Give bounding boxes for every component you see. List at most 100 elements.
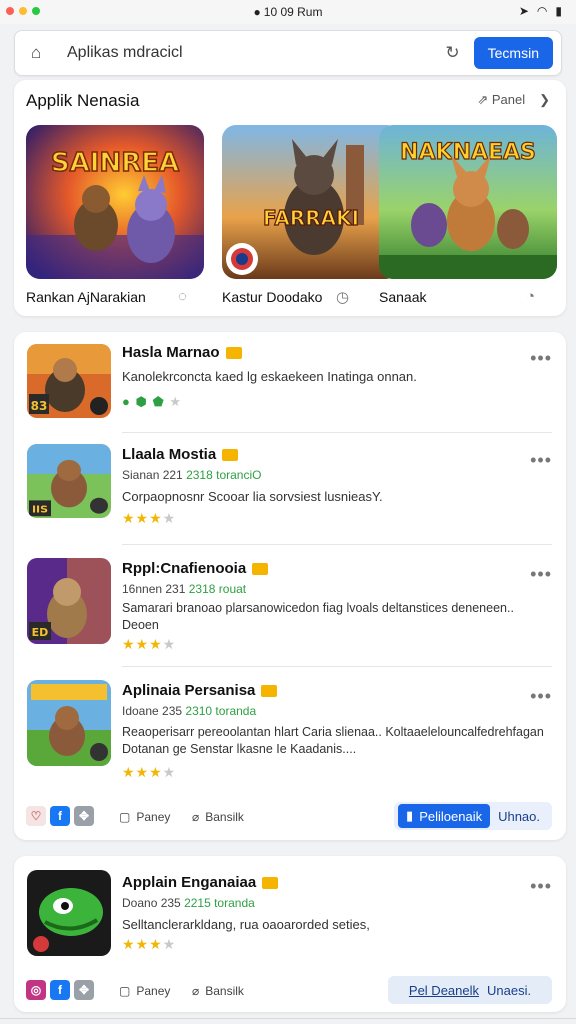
tile-2-caption: Kastur Doodako xyxy=(222,289,323,305)
bookmark-button[interactable]: ▢ Paney xyxy=(119,810,170,824)
play-circle-icon[interactable]: ◔ xyxy=(526,288,535,305)
app-thumbnail: IIS xyxy=(27,444,111,518)
star-empty-icon: ★ xyxy=(162,936,177,952)
app-meta-b: 2215 toranda xyxy=(184,896,255,910)
link-icon: ⌀ xyxy=(192,810,200,824)
star-empty-icon: ★ xyxy=(162,764,177,780)
thumb-art-4 xyxy=(27,680,111,766)
app-thumbnail: ED xyxy=(27,558,111,644)
tile-1-art-title: SAINREA xyxy=(51,148,179,178)
thumb-2-text: IIS xyxy=(32,504,48,515)
app-thumbnail xyxy=(27,870,111,956)
star-full-icon: ★★★ xyxy=(122,936,163,952)
search-bar[interactable]: ⌂ Aplikas mdracicl ↻ Tecmsin xyxy=(14,30,562,76)
link-label: Bansilk xyxy=(205,810,244,824)
app-title: Rppl:Cnafienooia xyxy=(122,560,269,577)
chat-icon[interactable]: ◌ xyxy=(178,288,187,305)
tile-1-caption: Rankan AjNarakian xyxy=(26,289,146,305)
search-input[interactable]: Aplikas mdracicl xyxy=(67,44,445,62)
window-controls xyxy=(6,7,40,15)
minimize-dot[interactable] xyxy=(19,7,27,15)
app-meta-b: 2310 toranda xyxy=(185,704,257,718)
share-label: Panel xyxy=(491,92,526,107)
thumb-art-5 xyxy=(27,870,111,956)
star-rating: ★★★★ xyxy=(122,510,176,527)
more-options-icon[interactable]: ••• xyxy=(530,348,552,369)
badge-icon xyxy=(261,685,278,698)
heart-icon[interactable]: ♡ xyxy=(26,806,46,826)
status-icons: ➤ ◠ ▮ xyxy=(519,4,562,18)
facebook-icon[interactable]: f xyxy=(50,980,70,1000)
featured-tile-1[interactable]: SAINREA xyxy=(26,125,204,279)
link-button[interactable]: ⌀ Bansilk xyxy=(192,984,244,998)
badge-icon xyxy=(225,347,242,360)
primary-cta-label[interactable]: Pel Deanelk xyxy=(409,983,479,998)
more-options-icon[interactable]: ••• xyxy=(530,686,552,707)
badge-icon xyxy=(252,563,269,576)
install-cta[interactable]: ▮ Peliloenaik Uhnao. xyxy=(394,802,552,830)
app-description: Reaoperisarr pereoolantan hlart Caria sl… xyxy=(122,725,544,756)
secondary-cta-label[interactable]: Uhnao. xyxy=(498,809,540,824)
status-time: 10 09 Rum xyxy=(263,5,323,19)
app-title-text: Applain Enganaiaa xyxy=(122,874,257,891)
thumb-art-1: 83 xyxy=(27,344,111,418)
refresh-icon[interactable]: ↻ xyxy=(445,43,459,63)
star-rating: ★★★★ xyxy=(122,636,176,653)
zoom-dot[interactable] xyxy=(32,7,40,15)
facebook-icon[interactable]: f xyxy=(50,806,70,826)
home-icon[interactable]: ⌂ xyxy=(31,44,49,62)
primary-cta-label: Peliloenaik xyxy=(419,808,483,824)
more-options-icon[interactable]: ••• xyxy=(530,876,552,897)
more-options-icon[interactable]: ••• xyxy=(530,450,552,471)
app-description: Kanolekrconcta kaed lg eskaekeen Inating… xyxy=(122,369,417,384)
app-thumbnail: 83 xyxy=(27,344,111,418)
more-options-icon[interactable]: ••• xyxy=(530,564,552,585)
featured-title: Applik Nenasia xyxy=(26,91,140,110)
app-title: Aplinaia Persanisa xyxy=(122,682,278,699)
game-controller-icon[interactable]: ✥ xyxy=(74,806,94,826)
wifi-icon: ◠ xyxy=(536,4,548,18)
download-icon: ▮ xyxy=(406,808,414,823)
tile-3-caption: Sanaak xyxy=(379,289,427,305)
install-cta[interactable]: Pel Deanelk Unaesi. xyxy=(388,976,552,1004)
app-meta-a: Doano 235 xyxy=(122,896,181,910)
app-meta: Doano 235 2215 toranda xyxy=(122,896,255,910)
close-dot[interactable] xyxy=(6,7,14,15)
featured-tile-2[interactable]: FARRAKI xyxy=(222,125,400,279)
app-meta: Idoane 235 2310 toranda xyxy=(122,704,256,718)
featured-tile-3[interactable]: NAKNAEAS xyxy=(379,125,557,279)
divider xyxy=(122,432,552,433)
apple-icon: ● xyxy=(253,5,261,19)
thumb-art-2: IIS xyxy=(27,444,111,518)
app-list-card: 83 Hasla Marnao Kanolekrconcta kaed lg e… xyxy=(14,332,566,840)
link-button[interactable]: ⌀ Bansilk xyxy=(192,810,244,824)
clock-icon[interactable]: ◷ xyxy=(336,288,349,306)
thumb-3-text: ED xyxy=(32,626,49,639)
divider xyxy=(122,666,552,667)
tile-3-art-title: NAKNAEAS xyxy=(400,140,536,165)
status-bar: ● 10 09 Rum ➤ ◠ ▮ xyxy=(0,0,576,24)
game-art-2: FARRAKI xyxy=(222,125,400,279)
game-controller-icon[interactable]: ✥ xyxy=(74,980,94,1000)
rating-dots: ● ⬢ ⬟ ★ xyxy=(122,394,182,410)
app-title-text: Rppl:Cnafienooia xyxy=(122,560,247,577)
instagram-icon[interactable]: ◎ xyxy=(26,980,46,1000)
app-title: Hasla Marnao xyxy=(122,344,242,361)
app-description: Samarari branoao plarsanowicedon fiag lv… xyxy=(122,601,514,632)
bookmark-icon: ▢ xyxy=(119,810,131,824)
star-full-icon: ★★★ xyxy=(122,764,163,780)
share-panel-button[interactable]: ⇗ Panel xyxy=(477,92,525,108)
chevron-right-icon[interactable]: ❯ xyxy=(539,92,550,108)
share-icons: ♡ f ✥ xyxy=(26,806,94,826)
app-meta-a: Sianan 221 xyxy=(122,468,183,482)
star-full-icon: ★★★ xyxy=(122,510,163,526)
shield-icon: ⬢ xyxy=(135,394,148,409)
thumb-1-text: 83 xyxy=(31,399,48,413)
secondary-cta-label[interactable]: Unaesi. xyxy=(487,983,531,998)
bookmark-button[interactable]: ▢ Paney xyxy=(119,984,170,998)
search-button[interactable]: Tecmsin xyxy=(473,37,553,69)
game-art-1: SAINREA xyxy=(26,125,204,279)
featured-actions: ⇗ Panel ❯ xyxy=(477,92,550,108)
house-icon: ⬟ xyxy=(152,394,165,409)
primary-cta-button[interactable]: ▮ Peliloenaik xyxy=(398,804,491,828)
